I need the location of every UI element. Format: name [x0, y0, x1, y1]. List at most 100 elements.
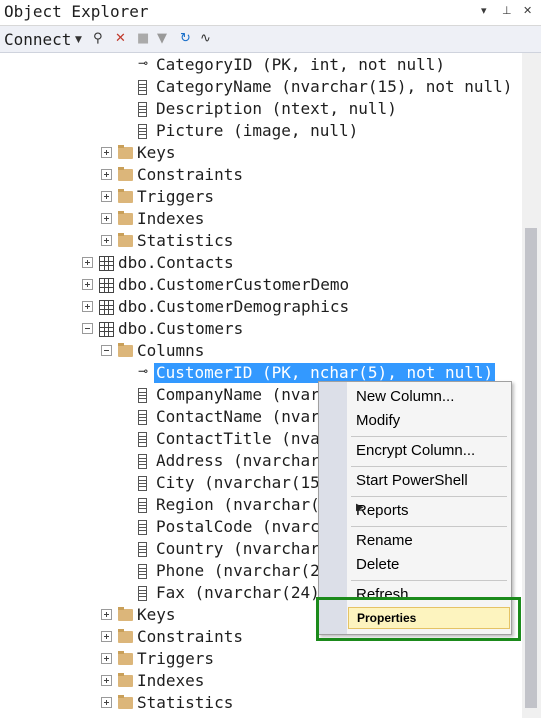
collapse-icon[interactable]: [82, 323, 93, 334]
refresh-icon[interactable]: ↻: [180, 31, 191, 46]
menu-item-new-column[interactable]: New Column...: [348, 386, 508, 408]
folder-icon: [118, 189, 133, 203]
tree-node-label: Keys: [137, 143, 176, 162]
expand-icon[interactable]: [101, 697, 112, 708]
tree-folder-node[interactable]: Indexes: [0, 208, 522, 230]
folder-icon: [118, 145, 133, 159]
expand-icon[interactable]: [101, 631, 112, 642]
expand-icon[interactable]: [101, 653, 112, 664]
column-icon: [138, 410, 147, 425]
tree-node-label: Description (ntext, null): [156, 99, 397, 118]
tree-column-node[interactable]: Description (ntext, null): [0, 98, 522, 120]
tree-table-node[interactable]: dbo.CustomerDemographics: [0, 296, 522, 318]
expand-icon[interactable]: [101, 147, 112, 158]
menu-separator: [351, 526, 507, 527]
expand-icon[interactable]: [101, 213, 112, 224]
panel-title: Object Explorer: [4, 2, 149, 21]
menu-item-modify[interactable]: Modify: [348, 410, 508, 432]
primary-key-icon: ⊸: [138, 364, 149, 378]
menu-item-label: Encrypt Column...: [356, 442, 476, 459]
menu-item-encrypt-column[interactable]: Encrypt Column...: [348, 440, 508, 462]
tree-table-node[interactable]: dbo.Customers: [0, 318, 522, 340]
expand-icon[interactable]: [101, 169, 112, 180]
expand-icon[interactable]: [82, 279, 93, 290]
tree-node-label: Indexes: [137, 671, 205, 690]
scrollbar-thumb[interactable]: [525, 228, 537, 708]
window-position-icon[interactable]: ▾: [481, 4, 487, 17]
menu-item-reports[interactable]: Reports ▶: [348, 500, 508, 522]
folder-icon: [118, 651, 133, 665]
expand-icon[interactable]: [82, 257, 93, 268]
connect-button[interactable]: Connect: [4, 30, 71, 49]
tree-node-label: dbo.Contacts: [118, 253, 234, 272]
tree-node-label: Indexes: [137, 209, 205, 228]
tree-column-node[interactable]: ⊸ CategoryID (PK, int, not null): [0, 54, 522, 76]
tree-column-node[interactable]: CategoryName (nvarchar(15), not null): [0, 76, 522, 98]
folder-icon: [118, 233, 133, 247]
expand-icon[interactable]: [101, 235, 112, 246]
folder-icon: [118, 629, 133, 643]
pin-icon[interactable]: ⊥: [502, 4, 512, 17]
tree-folder-node[interactable]: Columns: [0, 340, 522, 362]
tree-node-label: Keys: [137, 605, 176, 624]
close-icon[interactable]: ✕: [523, 4, 532, 17]
tree-node-label: Statistics: [137, 693, 234, 712]
folder-icon: [118, 343, 133, 357]
tree-folder-node[interactable]: Indexes: [0, 670, 522, 692]
menu-item-label: New Column...: [356, 388, 455, 405]
stop-icon[interactable]: ■: [137, 31, 149, 46]
menu-separator: [351, 436, 507, 437]
activity-monitor-icon[interactable]: ∿: [200, 31, 211, 46]
tree-folder-node[interactable]: Keys: [0, 142, 522, 164]
filter-icon[interactable]: ▼: [157, 31, 167, 46]
connect-icon[interactable]: ⚲: [93, 31, 103, 46]
expand-icon[interactable]: [101, 675, 112, 686]
menu-item-delete[interactable]: Delete: [348, 554, 508, 576]
disconnect-icon[interactable]: ✕: [115, 31, 126, 46]
column-icon: [138, 388, 147, 403]
connect-dropdown-icon[interactable]: ▼: [75, 35, 82, 45]
tree-column-node[interactable]: Picture (image, null): [0, 120, 522, 142]
menu-item-rename[interactable]: Rename: [348, 530, 508, 552]
tree-folder-node[interactable]: Statistics: [0, 230, 522, 252]
properties-highlight-box: [316, 597, 521, 641]
tree-folder-node[interactable]: Statistics: [0, 692, 522, 714]
menu-item-label: Rename: [356, 532, 413, 549]
column-icon: [138, 542, 147, 557]
column-icon: [138, 564, 147, 579]
column-icon: [138, 454, 147, 469]
tree-node-label: Picture (image, null): [156, 121, 359, 140]
tree-node-label: Triggers: [137, 649, 215, 668]
tree-folder-node[interactable]: Constraints: [0, 164, 522, 186]
expand-icon[interactable]: [101, 609, 112, 620]
column-icon: [138, 102, 147, 117]
tree-node-label: CategoryName (nvarchar(15), not null): [156, 77, 513, 96]
primary-key-icon: ⊸: [138, 56, 149, 70]
tree-table-node[interactable]: dbo.Contacts: [0, 252, 522, 274]
menu-separator: [351, 466, 507, 467]
tree-folder-node[interactable]: Triggers: [0, 186, 522, 208]
folder-icon: [118, 211, 133, 225]
tree-folder-node[interactable]: Triggers: [0, 648, 522, 670]
folder-icon: [118, 695, 133, 709]
collapse-icon[interactable]: [101, 345, 112, 356]
tree-node-label: Columns: [137, 341, 205, 360]
table-icon: [99, 300, 114, 315]
menu-separator: [351, 496, 507, 497]
object-explorer-toolbar: Connect ▼ ⚲ ✕ ■ ▼ ↻ ∿: [0, 26, 541, 53]
expand-icon[interactable]: [82, 301, 93, 312]
tree-node-label: dbo.CustomerDemographics: [118, 297, 350, 316]
tree-table-node[interactable]: dbo.CustomerCustomerDemo: [0, 274, 522, 296]
folder-icon: [118, 673, 133, 687]
tree-node-label: CategoryID (PK, int, not null): [156, 55, 445, 74]
vertical-scrollbar[interactable]: [522, 53, 541, 718]
table-icon: [99, 322, 114, 337]
menu-separator: [351, 580, 507, 581]
tree-node-label: dbo.Customers: [118, 319, 244, 338]
column-icon: [138, 498, 147, 513]
folder-icon: [118, 607, 133, 621]
folder-icon: [118, 167, 133, 181]
expand-icon[interactable]: [101, 191, 112, 202]
menu-item-start-powershell[interactable]: Start PowerShell: [348, 470, 508, 492]
column-icon: [138, 432, 147, 447]
